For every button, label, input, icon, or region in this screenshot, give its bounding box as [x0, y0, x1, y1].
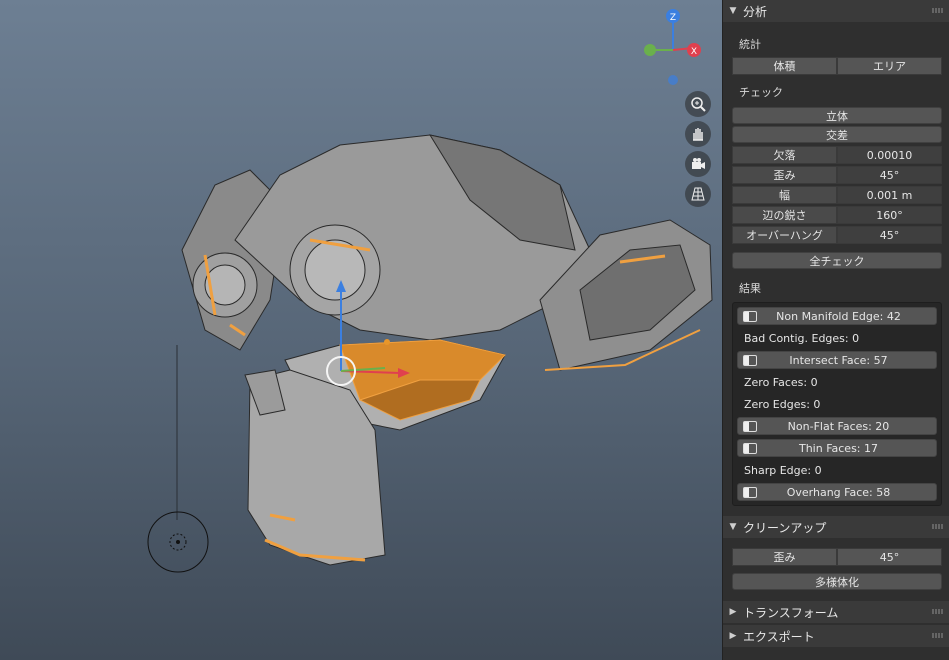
degenerate-value-field[interactable]: 0.00010	[837, 146, 942, 164]
check-row-degenerate: 欠落 0.00010	[732, 146, 942, 164]
axis-y-icon	[644, 44, 656, 56]
chevron-right-icon: ▶	[729, 607, 737, 617]
non-manifold-button[interactable]: Non Manifold Edge: 42	[737, 307, 937, 325]
check-label-sharpness: 辺の鋭さ	[732, 206, 837, 224]
stats-button-row: 体積 エリア	[732, 57, 942, 75]
drag-grip-icon[interactable]	[932, 633, 944, 638]
select-icon	[743, 310, 757, 322]
grid-icon[interactable]	[685, 181, 711, 207]
chevron-down-icon: ▼	[729, 522, 737, 532]
select-icon	[743, 354, 757, 366]
overhang-value-field[interactable]: 45°	[837, 226, 942, 244]
transform-title: トランスフォーム	[743, 605, 839, 620]
svg-text:Z: Z	[670, 13, 676, 23]
volume-button[interactable]: 体積	[732, 57, 837, 75]
cleanup-distort-value-field[interactable]: 45°	[837, 548, 942, 566]
3d-viewport[interactable]: Z X	[0, 0, 722, 660]
analysis-title: 分析	[743, 4, 768, 19]
sharp-edge-text: Sharp Edge: 0	[744, 464, 822, 477]
drag-grip-icon[interactable]	[932, 609, 944, 614]
cleanup-distort-button[interactable]: 歪み	[732, 548, 837, 566]
make-manifold-button[interactable]: 多様体化	[732, 573, 942, 590]
zero-faces-text: Zero Faces: 0	[744, 376, 818, 389]
distort-value-field[interactable]: 45°	[837, 166, 942, 184]
export-header[interactable]: ▶ エクスポート	[723, 625, 949, 647]
result-label: 結果	[739, 282, 761, 295]
transform-header[interactable]: ▶ トランスフォーム	[723, 601, 949, 623]
svg-text:X: X	[691, 47, 697, 57]
overhang-face-button[interactable]: Overhang Face: 58	[737, 483, 937, 501]
select-icon	[743, 486, 757, 498]
3d-cursor	[147, 511, 209, 573]
check-row-sharpness: 辺の鋭さ 160°	[732, 206, 942, 224]
select-icon	[743, 420, 757, 432]
intersect-button[interactable]: 交差	[732, 126, 942, 143]
mesh-scene[interactable]: Z X	[0, 0, 722, 660]
check-row-thickness: 幅 0.001 m	[732, 186, 942, 204]
thin-faces-button[interactable]: Thin Faces: 17	[737, 439, 937, 457]
cleanup-distort-row: 歪み 45°	[732, 548, 942, 566]
camera-icon[interactable]	[685, 151, 711, 177]
check-label-thickness: 幅	[732, 186, 837, 204]
monkey-mesh	[181, 134, 713, 566]
drag-grip-icon[interactable]	[932, 8, 944, 13]
check-row-distort: 歪み 45°	[732, 166, 942, 184]
stats-label: 統計	[739, 38, 761, 51]
select-icon	[743, 442, 757, 454]
check-label-distort: 歪み	[732, 166, 837, 184]
zoom-icon[interactable]	[685, 91, 711, 117]
analysis-header[interactable]: ▼ 分析	[723, 0, 949, 22]
axis-navigator: Z X	[644, 9, 701, 85]
zero-edges-text: Zero Edges: 0	[744, 398, 821, 411]
hand-icon[interactable]	[685, 121, 711, 147]
cleanup-header[interactable]: ▼ クリーンアップ	[723, 516, 949, 538]
export-title: エクスポート	[743, 629, 815, 644]
cleanup-title: クリーンアップ	[743, 520, 827, 535]
check-label: チェック	[739, 86, 783, 99]
chevron-right-icon: ▶	[729, 631, 737, 641]
results-box: Non Manifold Edge: 42 Bad Contig. Edges:…	[732, 302, 942, 506]
check-row-overhang: オーバーハング 45°	[732, 226, 942, 244]
sharpness-value-field[interactable]: 160°	[837, 206, 942, 224]
drag-grip-icon[interactable]	[932, 524, 944, 529]
check-label-degenerate: 欠落	[732, 146, 837, 164]
area-button[interactable]: エリア	[837, 57, 942, 75]
non-flat-faces-button[interactable]: Non-Flat Faces: 20	[737, 417, 937, 435]
check-label-overhang: オーバーハング	[732, 226, 837, 244]
check-all-button[interactable]: 全チェック	[732, 252, 942, 269]
bad-contig-text: Bad Contig. Edges: 0	[744, 332, 860, 345]
thickness-value-field[interactable]: 0.001 m	[837, 186, 942, 204]
solid-button[interactable]: 立体	[732, 107, 942, 124]
intersect-face-button[interactable]: Intersect Face: 57	[737, 351, 937, 369]
properties-panel: ▼ 分析 統計 体積 エリア チェック 立体 交差 欠落 0.00010 歪み …	[722, 0, 949, 660]
chevron-down-icon: ▼	[729, 6, 737, 16]
